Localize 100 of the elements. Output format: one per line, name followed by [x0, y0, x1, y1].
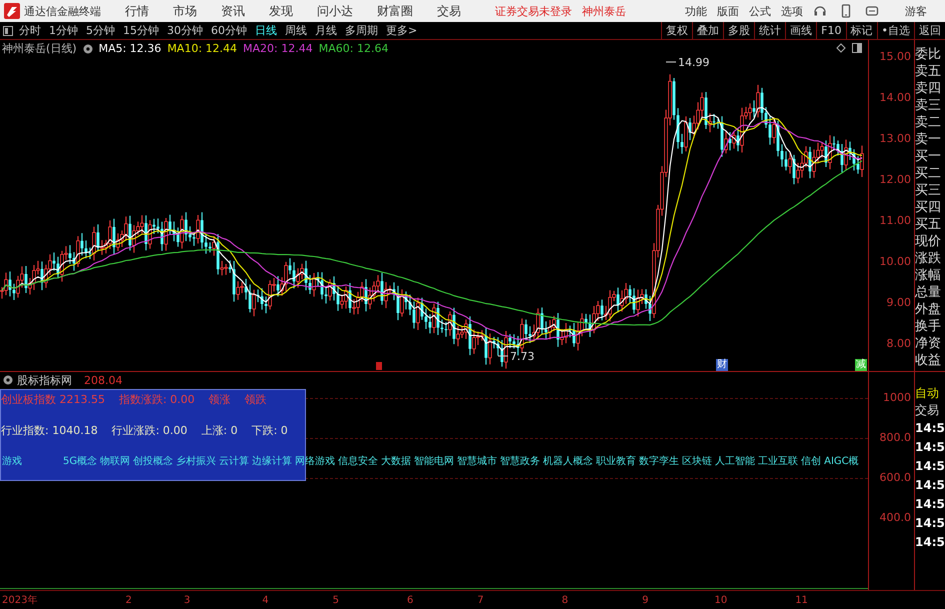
period-tab[interactable]: 周线	[285, 23, 307, 38]
menu-item[interactable]: 交易	[437, 2, 461, 20]
concept-tag: 云计算	[219, 454, 250, 468]
period-tab[interactable]: 60分钟	[211, 23, 247, 38]
menu-item[interactable]: 财富圈	[377, 2, 413, 20]
chart-title: 神州泰岳(日线)	[2, 41, 77, 56]
quote-label: 委比	[915, 46, 942, 63]
concept-tag: 边缘计算	[252, 454, 292, 468]
indicator-value: 208.04	[84, 374, 122, 386]
concept-tag: 区块链	[682, 454, 712, 468]
concept-tag: AIGC概	[824, 454, 859, 468]
industry-index-text: 上涨: 0	[201, 423, 238, 438]
quote-label: 买二	[915, 165, 942, 182]
low-price-callout: 7.73	[498, 350, 534, 363]
quote-label: 外盘	[915, 301, 942, 318]
price-axis-label: 14.00	[880, 91, 911, 105]
menu-item[interactable]: 选项	[781, 4, 803, 18]
industry-index-text: 下跌: 0	[252, 423, 288, 438]
concept-tag: 机器人概念	[543, 454, 594, 468]
concept-tag: 乡村振兴	[176, 454, 216, 468]
period-tab[interactable]: 更多>	[386, 23, 418, 38]
concept-tag: 创投概念	[133, 454, 174, 468]
date-axis-label: 2	[125, 594, 132, 606]
quote-label: 收益	[915, 352, 942, 369]
quote-label: 净资	[915, 335, 942, 352]
quote-label: 涨幅	[915, 267, 942, 284]
concept-tag: 物联网	[100, 454, 130, 468]
concept-tag: 信创	[801, 454, 822, 468]
period-tab[interactable]: 1分钟	[49, 23, 78, 38]
concept-tag: 智能电网	[414, 454, 454, 468]
price-axis-label: 8.00	[886, 337, 911, 351]
period-tab[interactable]: 多周期	[345, 23, 378, 38]
trade-time: 14:5	[915, 515, 945, 532]
menu-item[interactable]: 功能	[685, 4, 707, 18]
menu-item[interactable]: 行情	[125, 2, 149, 20]
price-axis-label: 15.00	[880, 50, 911, 64]
indicator-label: MA10: 12.44	[167, 42, 238, 55]
period-tab[interactable]: 日线	[255, 23, 277, 38]
indicator-axis-label: 600.0	[880, 471, 911, 485]
date-axis-label: 3	[184, 594, 190, 606]
industry-label: 游戏	[2, 454, 23, 468]
date-axis-label: 4	[262, 594, 269, 606]
menu-item[interactable]: 资讯	[221, 2, 245, 20]
board-index-text: 指数涨跌: 0.00	[118, 392, 195, 407]
menu-item[interactable]: 市场	[173, 2, 197, 20]
industry-index-text: 行业涨跌: 0.00	[112, 423, 188, 438]
period-tab[interactable]: 5分钟	[86, 23, 115, 38]
quote-label: 买四	[915, 199, 942, 216]
board-index-text: 领跌	[244, 392, 267, 407]
quote-label: 买一	[915, 148, 942, 165]
quote-label: 卖四	[915, 80, 942, 97]
trade-mode-label[interactable]: 自动	[915, 385, 945, 402]
concept-tag: 智慧城市	[457, 454, 498, 468]
date-axis-label: 9	[642, 594, 648, 606]
indicator-label: MA60: 12.64	[318, 42, 388, 55]
trade-time: 14:5	[915, 496, 945, 513]
concept-tag: 5G概念	[63, 454, 98, 468]
menu-item[interactable]: 发现	[269, 2, 293, 20]
indicator-axis-label: 1000	[883, 391, 911, 405]
date-axis-label: 7	[477, 594, 484, 606]
phone-icon[interactable]	[839, 4, 853, 18]
indicator-axis-label: 800.0	[880, 431, 911, 445]
headset-icon[interactable]	[813, 4, 827, 18]
price-axis-label: 9.00	[886, 296, 911, 310]
indicator-title: 股标指标网	[17, 372, 72, 388]
quote-label: 换手	[915, 318, 942, 335]
price-axis-label: 11.00	[880, 214, 911, 228]
quote-label: 卖三	[915, 97, 942, 114]
concept-tag: 信息安全	[338, 454, 378, 468]
event-marker[interactable]: 财	[716, 359, 728, 371]
menu-item[interactable]: 版面	[717, 4, 739, 18]
stock-name-link[interactable]: 神州泰岳	[582, 4, 626, 18]
concept-tag: 大数据	[381, 454, 412, 468]
price-axis-label: 13.00	[880, 132, 911, 146]
industry-index-text: 行业指数: 1040.18	[1, 423, 98, 438]
trade-time: 14:5	[915, 420, 945, 437]
date-axis-label: 5	[332, 594, 339, 606]
menu-item[interactable]: 问小达	[317, 2, 353, 20]
window-icon[interactable]	[852, 43, 862, 53]
trade-time: 14:5	[915, 458, 945, 475]
period-tab[interactable]: 30分钟	[167, 23, 203, 38]
trade-time: 14:5	[915, 439, 945, 456]
signal-mark-icon	[376, 362, 382, 370]
period-tab[interactable]: 月线	[315, 23, 337, 38]
period-tab[interactable]: 15分钟	[123, 23, 159, 38]
concept-tag: 智慧政务	[500, 454, 540, 468]
date-axis-label: 10	[714, 594, 728, 606]
quote-label: 卖二	[915, 114, 942, 131]
menu-item[interactable]: 公式	[749, 4, 771, 18]
message-icon[interactable]	[865, 4, 879, 18]
indicator-label: MA5: 12.36	[98, 42, 162, 55]
user-label[interactable]: 游客	[905, 4, 927, 18]
trade-mode-label[interactable]: 交易	[915, 402, 945, 419]
diamond-icon[interactable]	[836, 43, 846, 53]
panel-icon[interactable]	[3, 26, 13, 36]
quote-label: 卖五	[915, 63, 942, 80]
quote-label: 现价	[915, 233, 942, 250]
login-status[interactable]: 证券交易未登录	[495, 4, 572, 18]
period-tab[interactable]: 分时	[19, 23, 41, 38]
price-axis-label: 12.00	[880, 173, 911, 187]
